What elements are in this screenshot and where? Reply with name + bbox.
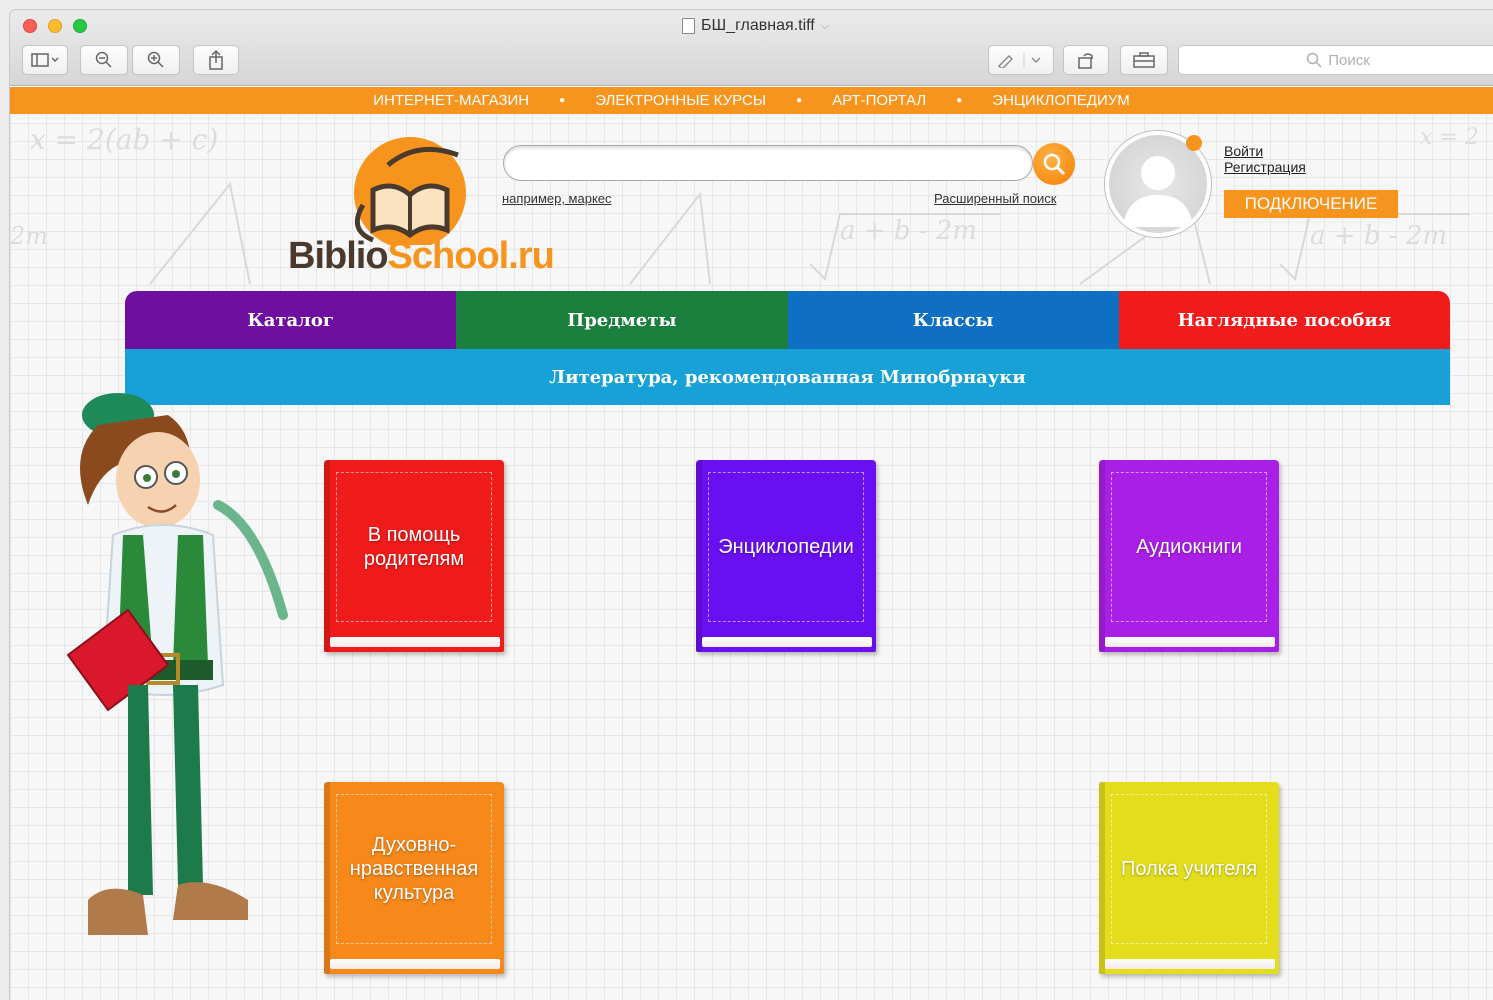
share-icon [209,50,223,70]
svg-text:a + b - 2m: a + b - 2m [840,216,977,246]
book-title: Энциклопедии [708,472,864,622]
book-spine [324,782,330,974]
book-spine [1099,782,1105,974]
recommended-literature-bar[interactable]: Литература, рекомендованная Минобрнауки [125,349,1450,405]
chevron-down-icon: ⌵ [820,19,830,32]
close-window-button[interactable] [23,19,37,33]
auth-links: Войти Регистрация [1224,143,1306,175]
markup-button[interactable] [988,45,1054,75]
sidebar-toggle-button[interactable] [22,45,68,75]
menu-item-subjects[interactable]: Предметы [456,291,788,349]
book-card-moral-culture[interactable]: Духовно-нравственная культура [324,782,504,974]
zoom-out-icon [95,51,112,68]
book-card-audiobooks[interactable]: Аудиокниги [1099,460,1279,652]
book-pages [330,637,500,647]
book-spine [1099,460,1105,652]
book-title: Духовно-нравственная культура [336,794,492,944]
toolbar-search-field[interactable]: Поиск [1178,45,1493,75]
book-card-teacher-shelf[interactable]: Полка учителя [1099,782,1279,974]
menu-item-grades[interactable]: Классы [787,291,1119,349]
logo-text: BiblioSchool.ru [288,235,555,278]
book-title: В помощь родителям [336,472,492,622]
book-spine [324,460,330,652]
preview-window: БШ_главная.tiff ⌵ Поиск ИНТЕРНЕТ-МАГАЗИН… [10,10,1493,1000]
search-example-link[interactable]: например, маркес [502,191,612,206]
toolbar-search-placeholder: Поиск [1328,51,1370,69]
top-link-art-portal[interactable]: АРТ-ПОРТАЛ [832,92,926,109]
svg-text:a + b - 2m: a + b - 2m [1310,221,1447,251]
rotate-icon [1078,53,1093,69]
register-link[interactable]: Регистрация [1224,159,1306,175]
toolbox-button[interactable] [1120,45,1168,75]
search-icon [1043,153,1066,176]
book-card-encyclopedias[interactable]: Энциклопедии [696,460,876,652]
top-links-bar: ИНТЕРНЕТ-МАГАЗИН ● ЭЛЕКТРОННЫЕ КУРСЫ ● А… [10,87,1493,114]
menu-item-catalog[interactable]: Каталог [125,291,457,349]
title-bar: БШ_главная.tiff ⌵ Поиск [10,10,1493,86]
svg-text:x = 2(ab + c): x = 2(ab + c) [30,123,218,156]
sidebar-icon [31,53,59,67]
menu-item-visual-aids[interactable]: Наглядные пособия [1118,291,1450,349]
advanced-search-link[interactable]: Расширенный поиск [934,191,1056,206]
share-button[interactable] [193,45,239,75]
book-title: Полка учителя [1111,794,1267,944]
top-link-shop[interactable]: ИНТЕРНЕТ-МАГАЗИН [373,92,529,109]
pen-icon [998,53,1041,68]
window-title-text: БШ_главная.tiff [701,17,815,34]
svg-text:x = 2: x = 2 [1420,125,1479,150]
main-menu: Каталог Предметы Классы Наглядные пособи… [125,291,1450,349]
book-pages [1105,959,1275,969]
logo-text-school: School.ru [387,235,555,277]
website-page: ИНТЕРНЕТ-МАГАЗИН ● ЭЛЕКТРОННЫЕ КУРСЫ ● А… [10,87,1493,1000]
top-link-courses[interactable]: ЭЛЕКТРОННЫЕ КУРСЫ [595,92,766,109]
site-search-button[interactable] [1033,143,1075,185]
zoom-window-button[interactable] [73,19,87,33]
window-title[interactable]: БШ_главная.tiff ⌵ [682,17,829,35]
site-search-input[interactable] [503,145,1033,181]
separator-dot: ● [956,95,963,106]
book-pages [330,959,500,969]
separator-dot: ● [796,95,803,106]
book-title: Аудиокниги [1111,472,1267,622]
book-pages [702,637,872,647]
notification-dot [1186,135,1202,151]
separator-dot: ● [559,95,566,106]
connect-button[interactable]: ПОДКЛЮЧЕНИЕ [1224,190,1398,218]
book-spine [696,460,702,652]
zoom-out-button[interactable] [80,45,128,75]
toolbox-icon [1133,52,1155,68]
rotate-button[interactable] [1063,45,1109,75]
book-card-parents[interactable]: В помощь родителям [324,460,504,652]
zoom-in-button[interactable] [132,45,180,75]
login-link[interactable]: Войти [1224,143,1306,159]
zoom-in-icon [147,51,164,68]
top-link-encyclopedium[interactable]: ЭНЦИКЛОПЕДИУМ [992,92,1130,109]
svg-text:2m: 2m [10,222,48,250]
document-icon [682,18,695,34]
logo-text-biblio: Biblio [288,235,389,277]
student-character-illustration [66,393,288,935]
book-pages [1105,637,1275,647]
minimize-window-button[interactable] [48,19,62,33]
search-icon [1306,52,1322,68]
